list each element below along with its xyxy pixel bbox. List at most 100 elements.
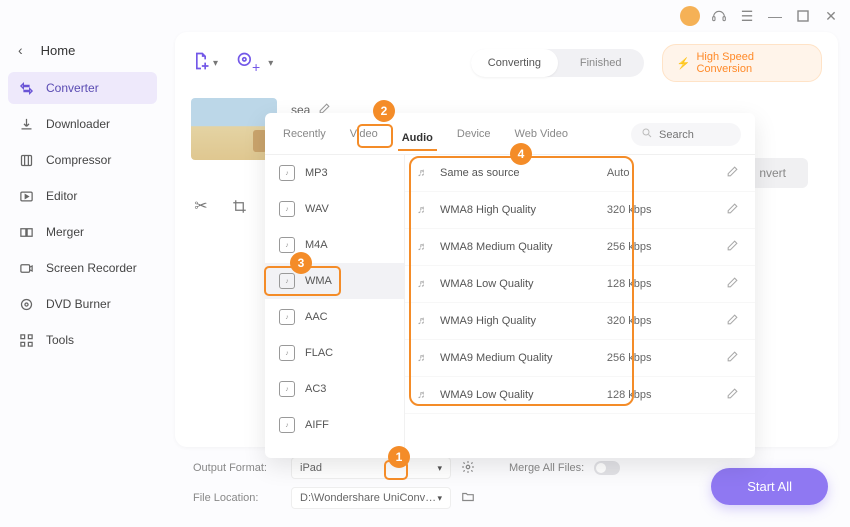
search-icon: [641, 127, 653, 142]
edit-icon[interactable]: [726, 239, 739, 255]
edit-icon[interactable]: [726, 165, 739, 181]
music-icon: ♬: [417, 352, 428, 364]
maximize-icon[interactable]: [794, 7, 812, 25]
edit-icon[interactable]: [726, 350, 739, 366]
trim-icon[interactable]: ✂: [191, 196, 211, 216]
back-home[interactable]: ‹ Home: [8, 36, 157, 72]
seg-finished[interactable]: Finished: [558, 49, 644, 77]
popover-tabs: Recently Video Audio Device Web Video: [265, 113, 755, 155]
quality-item[interactable]: ♬Same as sourceAuto: [405, 155, 755, 192]
sidebar-item-dvd-burner[interactable]: DVD Burner: [8, 288, 157, 320]
sidebar-item-label: Converter: [46, 81, 99, 95]
tab-recently[interactable]: Recently: [279, 124, 330, 146]
edit-icon[interactable]: [726, 202, 739, 218]
quality-list: ♬Same as sourceAuto ♬WMA8 High Quality32…: [405, 155, 755, 458]
headset-icon[interactable]: [710, 7, 728, 25]
quality-item[interactable]: ♬WMA8 Medium Quality256 kbps: [405, 229, 755, 266]
edit-icon[interactable]: [726, 313, 739, 329]
quality-item[interactable]: ♬WMA9 Medium Quality256 kbps: [405, 340, 755, 377]
quality-item[interactable]: ♬WMA8 High Quality320 kbps: [405, 192, 755, 229]
toolbar: ▾ + ▾ Converting Finished ⚡ High Speed C…: [191, 44, 822, 82]
search-input[interactable]: [631, 123, 741, 146]
edit-tools: ✂: [191, 196, 249, 216]
open-folder-icon[interactable]: [461, 490, 475, 507]
merge-toggle[interactable]: [594, 461, 620, 475]
sidebar-item-merger[interactable]: Merger: [8, 216, 157, 248]
sidebar-item-label: DVD Burner: [46, 297, 111, 311]
format-mp3[interactable]: ♪MP3: [265, 155, 404, 191]
format-wma[interactable]: ♪WMA: [265, 263, 404, 299]
add-file-button[interactable]: ▾: [191, 51, 218, 76]
seg-converting[interactable]: Converting: [471, 49, 557, 77]
music-icon: ♬: [417, 389, 428, 401]
sidebar-item-label: Downloader: [46, 117, 110, 131]
format-popover: Recently Video Audio Device Web Video ♪M…: [265, 113, 755, 458]
format-wav[interactable]: ♪WAV: [265, 191, 404, 227]
editor-icon: [18, 188, 34, 204]
sidebar: ‹ Home Converter Downloader Compressor E…: [0, 28, 165, 527]
merger-icon: [18, 224, 34, 240]
audio-format-icon: ♪: [279, 417, 295, 433]
sidebar-item-tools[interactable]: Tools: [8, 324, 157, 356]
music-icon: ♬: [417, 241, 428, 253]
audio-format-icon: ♪: [279, 165, 295, 181]
tab-audio[interactable]: Audio: [398, 128, 437, 151]
add-file-icon: [191, 51, 211, 76]
tools-icon: [18, 332, 34, 348]
crop-icon[interactable]: [229, 196, 249, 216]
search-field[interactable]: [659, 129, 729, 141]
gear-icon[interactable]: [461, 460, 475, 477]
sidebar-item-editor[interactable]: Editor: [8, 180, 157, 212]
tab-device[interactable]: Device: [453, 124, 495, 146]
chevron-down-icon: ▾: [268, 58, 273, 69]
audio-format-icon: ♪: [279, 381, 295, 397]
sidebar-item-label: Screen Recorder: [46, 261, 137, 275]
sidebar-item-label: Tools: [46, 333, 74, 347]
file-location-label: File Location:: [193, 492, 281, 504]
file-location-dropdown[interactable]: D:\Wondershare UniConverter 1 ▾: [291, 487, 451, 509]
sidebar-item-downloader[interactable]: Downloader: [8, 108, 157, 140]
sidebar-item-label: Merger: [46, 225, 84, 239]
output-format-label: Output Format:: [193, 462, 281, 474]
chevron-left-icon: ‹: [18, 42, 23, 58]
tab-web-video[interactable]: Web Video: [511, 124, 572, 146]
music-icon: ♬: [417, 315, 428, 327]
audio-format-icon: ♪: [279, 201, 295, 217]
quality-item[interactable]: ♬WMA8 Low Quality128 kbps: [405, 266, 755, 303]
audio-format-icon: ♪: [279, 309, 295, 325]
audio-format-icon: ♪: [279, 273, 295, 289]
segment: Converting Finished: [471, 49, 644, 77]
chevron-down-icon: ▾: [437, 493, 442, 504]
edit-icon[interactable]: [726, 387, 739, 403]
format-aac[interactable]: ♪AAC: [265, 299, 404, 335]
merge-label: Merge All Files:: [509, 462, 584, 474]
format-aiff[interactable]: ♪AIFF: [265, 407, 404, 443]
menu-icon[interactable]: ☰: [738, 7, 756, 25]
sidebar-item-label: Editor: [46, 189, 77, 203]
titlebar: ☰ — ✕: [0, 0, 850, 28]
add-disc-button[interactable]: + ▾: [236, 51, 273, 76]
format-list: ♪MP3 ♪WAV ♪M4A ♪WMA ♪AAC ♪FLAC ♪AC3 ♪AIF…: [265, 155, 405, 458]
sidebar-item-label: Compressor: [46, 153, 111, 167]
quality-item[interactable]: ♬WMA9 Low Quality128 kbps: [405, 377, 755, 414]
chevron-down-icon: ▾: [437, 463, 442, 474]
format-ac3[interactable]: ♪AC3: [265, 371, 404, 407]
downloader-icon: [18, 116, 34, 132]
high-speed-chip[interactable]: ⚡ High Speed Conversion: [662, 44, 822, 82]
sidebar-item-converter[interactable]: Converter: [8, 72, 157, 104]
avatar[interactable]: [680, 6, 700, 26]
sidebar-item-screen-recorder[interactable]: Screen Recorder: [8, 252, 157, 284]
start-all-button[interactable]: Start All: [711, 468, 828, 505]
format-flac[interactable]: ♪FLAC: [265, 335, 404, 371]
quality-item[interactable]: ♬WMA9 High Quality320 kbps: [405, 303, 755, 340]
tab-video[interactable]: Video: [346, 124, 382, 146]
music-icon: ♬: [417, 278, 428, 290]
audio-format-icon: ♪: [279, 237, 295, 253]
minimize-icon[interactable]: —: [766, 7, 784, 25]
format-m4a[interactable]: ♪M4A: [265, 227, 404, 263]
sidebar-item-compressor[interactable]: Compressor: [8, 144, 157, 176]
close-icon[interactable]: ✕: [822, 7, 840, 25]
compressor-icon: [18, 152, 34, 168]
edit-icon[interactable]: [726, 276, 739, 292]
output-format-dropdown[interactable]: iPad ▾: [291, 457, 451, 479]
